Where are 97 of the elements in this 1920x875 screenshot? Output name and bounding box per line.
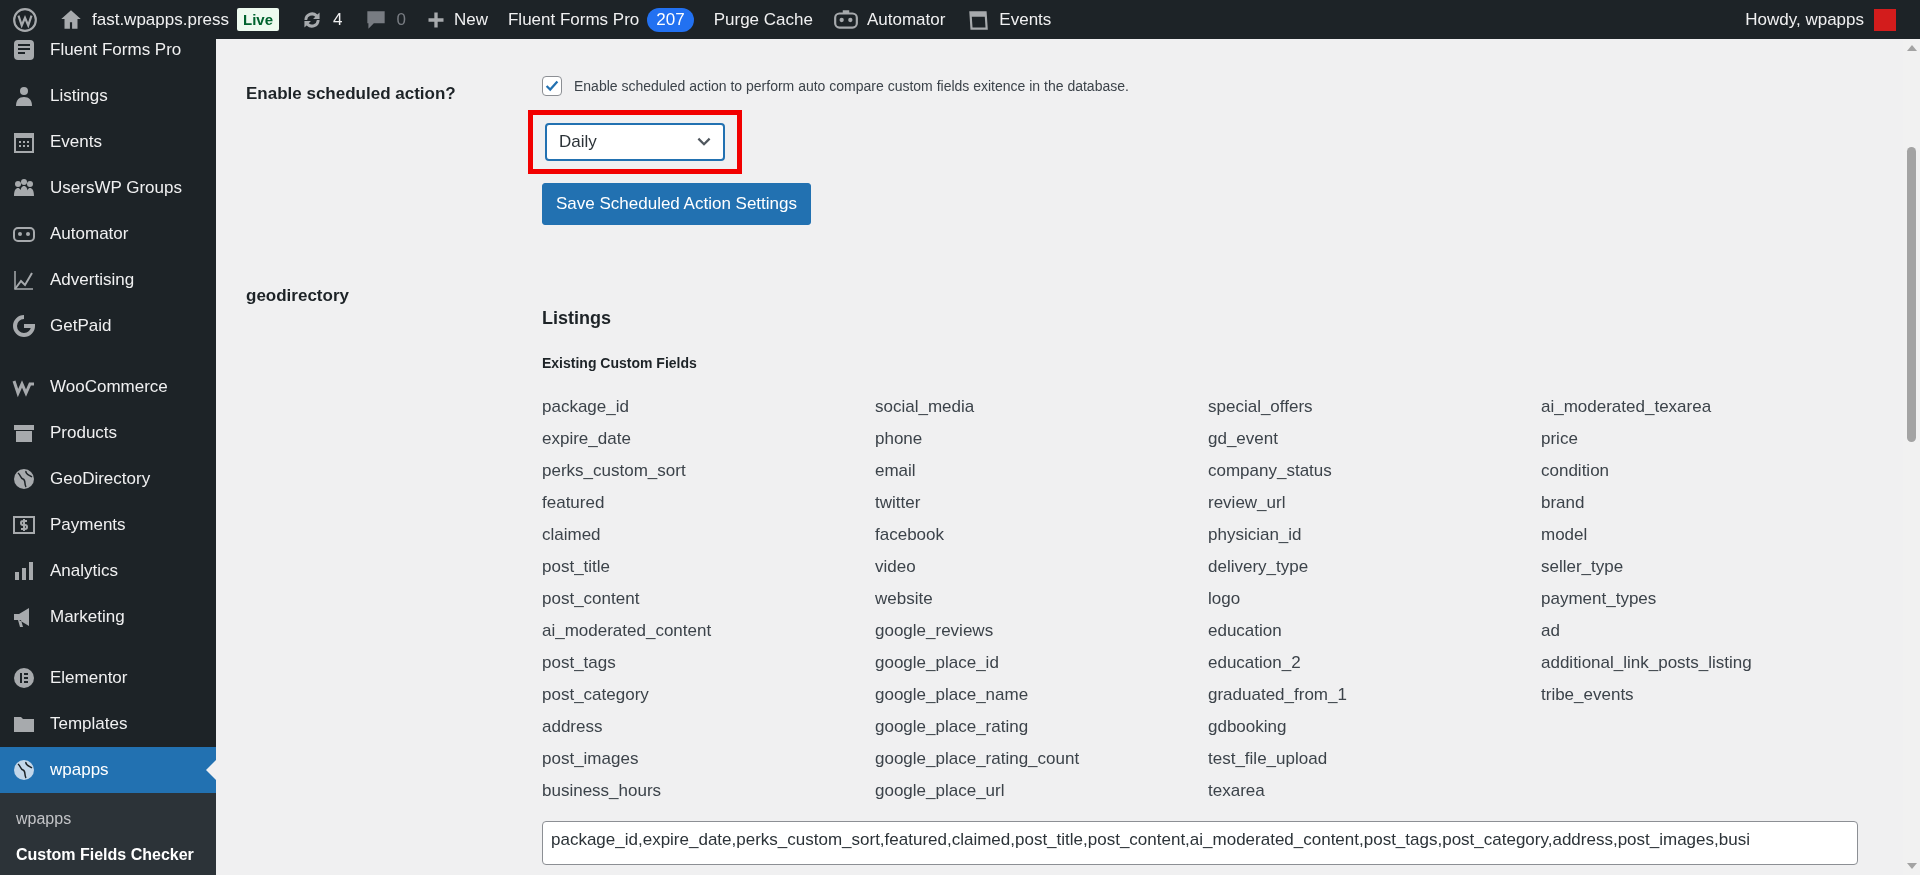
field-name: company_status	[1208, 461, 1333, 482]
field-name: education_2	[1208, 653, 1302, 674]
new-link[interactable]: New	[453, 9, 488, 30]
field-name: gdbooking	[1208, 717, 1288, 738]
field-name: brand	[1541, 493, 1586, 514]
field-name: special_offers	[1208, 397, 1314, 418]
field-name: google_place_name	[875, 685, 1030, 706]
field-name: twitter	[875, 493, 922, 514]
field-name: claimed	[542, 525, 602, 546]
field-name: perks_custom_sort	[542, 461, 687, 482]
field-name: review_url	[1208, 493, 1287, 514]
field-name: business_hours	[542, 781, 663, 802]
field-name: expire_date	[542, 429, 632, 450]
field-name: featured	[542, 493, 606, 514]
field-name: price	[1541, 429, 1579, 450]
field-name: video	[875, 557, 917, 578]
field-name: post_tags	[542, 653, 617, 674]
field-name: post_title	[542, 557, 612, 578]
field-name: social_media	[875, 397, 976, 418]
count-badge: 207	[647, 7, 694, 32]
field-name: facebook	[875, 525, 945, 546]
sidebar-menu-item[interactable]: Events	[0, 119, 216, 165]
field-name: post_content	[542, 589, 641, 610]
field-name: seller_type	[1541, 557, 1625, 578]
field-name: google_place_rating_count	[875, 749, 1081, 770]
subheading: Existing Custom Fields	[542, 355, 697, 371]
sidebar-menu-item[interactable]: Elementor	[0, 655, 216, 701]
field-name: ad	[1541, 621, 1561, 642]
setting-label: Enable scheduled action?	[246, 83, 457, 105]
globe-icon	[12, 758, 36, 782]
account-greeting-link[interactable]: Howdy, wpapps	[1745, 9, 1864, 30]
sidebar-menu-item[interactable]: Marketing	[0, 594, 216, 640]
comments-count: 0	[396, 9, 406, 30]
field-name: google_place_url	[875, 781, 1006, 802]
field-name: logo	[1208, 589, 1242, 610]
fluent-forms-link[interactable]: Fluent Forms Pro	[508, 9, 640, 30]
field-name: ai_moderated_content	[542, 621, 713, 642]
checkbox-label: Enable scheduled action to perform auto compare custom fields exitence in the database.	[574, 78, 1129, 94]
submenu-item[interactable]: Custom Fields Checker	[0, 837, 216, 873]
bar-chart-icon	[12, 559, 36, 583]
submenu-item[interactable]: wpapps	[0, 801, 216, 837]
sidebar-menu-item[interactable]: Fluent Forms Pro	[0, 27, 216, 73]
sidebar-menu-item[interactable]: GetPaid	[0, 303, 216, 349]
sidebar-menu-item[interactable]: Templates	[0, 701, 216, 747]
field-name: test_file_upload	[1208, 749, 1329, 770]
field-name: gd_event	[1208, 429, 1279, 450]
post-type-heading: Listings	[542, 308, 611, 329]
field-name: payment_types	[1541, 589, 1658, 610]
sidebar-menu-item[interactable]: WooCommerce	[0, 364, 216, 410]
field-name: model	[1541, 525, 1589, 546]
field-name: delivery_type	[1208, 557, 1310, 578]
fields-textarea[interactable]: package_id,expire_date,perks_custom_sort,featured,claimed,post_title,post_content,ai_moderated_content,post_tags,post_category,address,post_images,busi	[542, 821, 1858, 865]
save-settings-button[interactable]: Save Scheduled Action Settings	[542, 183, 811, 225]
elementor-icon	[12, 666, 36, 690]
sidebar-menu-item[interactable]: Automator	[0, 211, 216, 257]
sidebar-menu-item[interactable]: Listings	[0, 73, 216, 119]
field-name: physician_id	[1208, 525, 1303, 546]
field-name: post_images	[542, 749, 640, 770]
sidebar-menu-item[interactable]: wpapps	[0, 747, 216, 793]
field-name: texarea	[1208, 781, 1266, 802]
field-name: package_id	[542, 397, 630, 418]
field-name: education	[1208, 621, 1283, 642]
field-name: phone	[875, 429, 924, 450]
live-badge: Live	[237, 8, 280, 31]
site-name-link[interactable]: fast.wpapps.press	[92, 9, 229, 30]
events-link[interactable]: Events	[999, 9, 1052, 30]
field-name: condition	[1541, 461, 1611, 482]
automator-link[interactable]: Automator	[866, 9, 946, 30]
sidebar-menu-item[interactable]: GeoDirectory	[0, 456, 216, 502]
globe-icon	[12, 467, 36, 491]
sidebar-menu-item[interactable]: Products	[0, 410, 216, 456]
sidebar-menu-item[interactable]: Payments	[0, 502, 216, 548]
field-name: post_category	[542, 685, 650, 706]
field-name: address	[542, 717, 604, 738]
wordpress-logo-icon[interactable]	[12, 6, 38, 33]
field-name: email	[875, 461, 917, 482]
chart-line-icon	[12, 268, 36, 292]
purge-cache-link[interactable]: Purge Cache	[713, 9, 813, 30]
field-name: additional_link_posts_listing	[1541, 653, 1753, 674]
scrollbar-thumb[interactable]	[1907, 147, 1916, 442]
updates-count: 4	[333, 9, 343, 30]
field-name: tribe_events	[1541, 685, 1635, 706]
frequency-select[interactable]: Daily	[545, 123, 725, 161]
field-name: google_place_rating	[875, 717, 1030, 738]
dollar-icon	[12, 513, 36, 537]
current-page-pointer-icon	[206, 760, 216, 780]
sidebar-menu-item[interactable]: Analytics	[0, 548, 216, 594]
field-name: ai_moderated_texarea	[1541, 397, 1713, 418]
avatar[interactable]	[1874, 8, 1896, 31]
field-name: google_reviews	[875, 621, 995, 642]
field-name: google_place_id	[875, 653, 1000, 674]
field-name: graduated_from_1	[1208, 685, 1348, 706]
sidebar-menu-item[interactable]: UsersWP Groups	[0, 165, 216, 211]
field-name: website	[875, 589, 934, 610]
checkbox[interactable]	[542, 76, 562, 96]
section-label: geodirectory	[246, 285, 350, 307]
sidebar-menu-item[interactable]: Advertising	[0, 257, 216, 303]
